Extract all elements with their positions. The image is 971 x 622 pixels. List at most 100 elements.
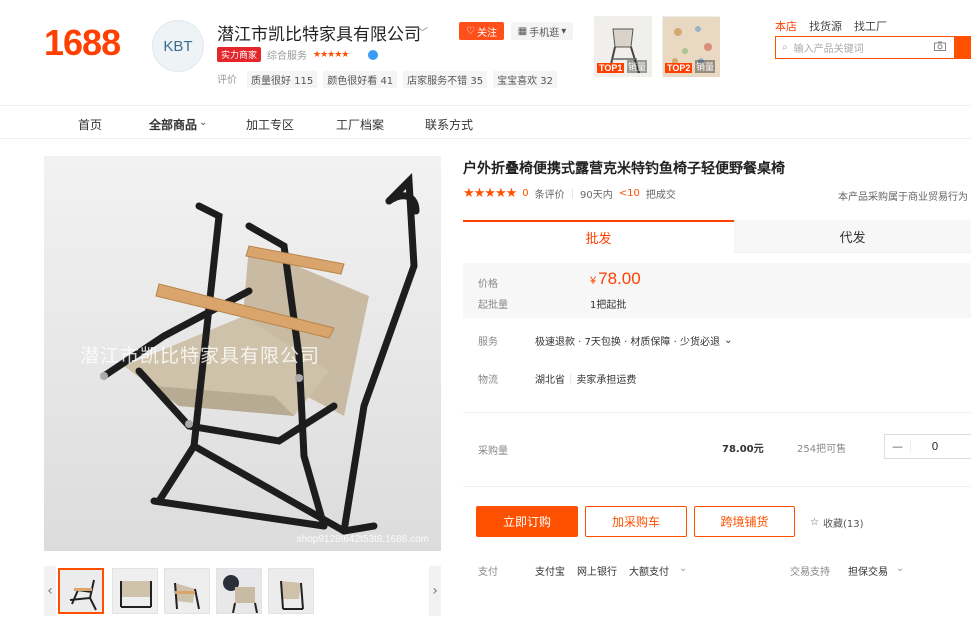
pay-large[interactable]: 大额支付 [629, 563, 669, 578]
chevron-down-icon[interactable]: ⌄ [679, 563, 687, 574]
stock-count: 254把可售 [797, 444, 847, 455]
review-count[interactable]: 0 [522, 188, 528, 199]
rating-stars: ★★★★★ [463, 186, 517, 201]
evaluation-tag[interactable]: 颜色很好看 41 [323, 71, 398, 88]
thumbnail[interactable] [58, 568, 104, 614]
power-merchant-badge: 实力商家 [217, 47, 262, 62]
sold-label: 把成交 [645, 190, 676, 201]
main-product-image[interactable]: 潜江市凯比特家具有限公司 shop9128t642t53t8.1688.com [44, 156, 441, 551]
shop-badges: 实力商家 综合服务 ★★★★★ [217, 47, 379, 62]
search-input[interactable]: ⌕ 输入产品关键词 [775, 36, 955, 59]
shop-nav: 首页 全部商品 ⌄ 加工专区 工厂档案 联系方式 [0, 105, 971, 139]
service-text: 极速退款 · 7天包换 · 材质保障 · 少货必退 [535, 337, 720, 348]
tab-dropship[interactable]: 代发 [734, 220, 971, 253]
search-button[interactable] [955, 36, 971, 59]
thumbnail-prev-button[interactable]: ‹ [44, 566, 56, 616]
service-value[interactable]: 极速退款 · 7天包换 · 材质保障 · 少货必退 ⌄ [535, 333, 732, 348]
purchase-mode-tabs: 批发 代发 [463, 220, 971, 253]
search-placeholder: 输入产品关键词 [793, 44, 864, 55]
evaluation-tag[interactable]: 质量很好 115 [247, 71, 318, 88]
search-tab-factory[interactable]: 找工厂 [854, 18, 887, 34]
quantity-stepper: — 0 [884, 434, 971, 459]
trade-support-label: 交易支持 [790, 567, 830, 578]
price: ¥78.00 [590, 269, 641, 289]
favorite-button[interactable]: ☆ 收藏(13) [810, 515, 864, 530]
pay-online-bank[interactable]: 网上银行 [577, 563, 617, 578]
tab-wholesale[interactable]: 批发 [463, 220, 734, 253]
site-logo[interactable]: 1688 [44, 22, 121, 64]
nav-home[interactable]: 首页 [78, 116, 102, 133]
sold-count: <10 [618, 188, 640, 199]
thumbnail-next-button[interactable]: › [429, 566, 441, 616]
rating-row: ★★★★★ 0 条评价 | 90天内 <10 把成交 [463, 186, 676, 201]
mobile-browse-button[interactable]: ▦ 手机逛 ▾ [511, 22, 573, 40]
heart-icon: ♡ [466, 25, 475, 37]
evaluation-tag[interactable]: 宝宝喜欢 32 [493, 71, 557, 88]
logistics-fee: 卖家承担运费 [576, 375, 637, 386]
search-tab-source[interactable]: 找货源 [809, 18, 842, 34]
service-stars: ★★★★★ [313, 49, 349, 60]
evaluation-tag[interactable]: 店家服务不错 35 [403, 71, 488, 88]
verified-icon [368, 49, 379, 60]
review-label: 条评价 [534, 190, 565, 201]
price-label: 价格 [478, 279, 498, 290]
nav-all-products[interactable]: 全部商品 [149, 116, 197, 133]
evaluation-tags: 评价 质量很好 115 颜色很好看 41 店家服务不错 35 宝宝喜欢 32 [217, 71, 557, 88]
divider [463, 486, 971, 487]
product-title: 户外折叠椅便携式露营克米特钓鱼椅子轻便野餐桌椅 [463, 161, 785, 177]
top-product-1[interactable]: TOP1 销量 [594, 16, 652, 77]
chevron-down-icon: ⌄ [199, 117, 208, 128]
price-box: 价格 ¥78.00 起批量 1把起批 [463, 263, 971, 318]
quantity-input[interactable]: 0 [911, 440, 971, 453]
top-rank-label: 销量 [627, 60, 648, 73]
shop-header: 1688 KBT 潜江市凯比特家具有限公司 ﹀ ♡ 关注 ▦ 手机逛 ▾ 实力商… [0, 0, 971, 105]
divider [463, 412, 971, 413]
days-label: 90天内 [580, 190, 613, 201]
nav-processing[interactable]: 加工专区 [246, 116, 294, 133]
thumbnail-strip: ‹ › [44, 566, 441, 616]
top-product-2[interactable]: TOP2 销量 [662, 16, 720, 77]
logistics-value: 湖北省 | 卖家承担运费 [535, 373, 637, 386]
thumbnail[interactable] [268, 568, 314, 614]
decrement-button[interactable]: — [885, 440, 911, 453]
camera-icon[interactable] [934, 41, 946, 54]
chevron-down-icon[interactable]: ﹀ [417, 24, 428, 40]
overall-service-label: 综合服务 [267, 51, 308, 62]
thumbnail[interactable] [216, 568, 262, 614]
follow-button[interactable]: ♡ 关注 [459, 22, 504, 40]
pay-label: 支付 [478, 567, 498, 578]
cross-border-button[interactable]: 跨境铺货 [694, 506, 795, 537]
nav-contact[interactable]: 联系方式 [425, 116, 473, 133]
moq-label: 起批量 [478, 300, 508, 311]
favorite-label: 收藏(13) [822, 519, 864, 530]
follow-label: 关注 [476, 27, 497, 39]
thumbnail[interactable] [164, 568, 210, 614]
search-tab-shop[interactable]: 本店 [775, 18, 797, 34]
top-rank-label: 销量 [695, 60, 716, 73]
search-icon: ⌕ [782, 42, 788, 53]
thumbnail[interactable] [112, 568, 158, 614]
qr-code-icon: ▦ [517, 25, 528, 37]
trade-support-value[interactable]: 担保交易 [848, 563, 888, 578]
service-label: 服务 [478, 337, 498, 348]
moq-value: 1把起批 [590, 300, 627, 311]
qty-label: 采购量 [478, 446, 508, 457]
top-rank-tag: TOP1 [597, 63, 625, 73]
top-rank-tag: TOP2 [665, 63, 693, 73]
pay-alipay[interactable]: 支付宝 [535, 563, 565, 578]
star-icon: ☆ [810, 517, 819, 528]
chevron-down-icon[interactable]: ⌄ [896, 563, 904, 574]
buy-now-button[interactable]: 立即订购 [476, 506, 578, 537]
add-cart-button[interactable]: 加采购车 [585, 506, 687, 537]
business-note: 本产品采购属于商业贸易行为 [838, 192, 968, 203]
image-watermark: 潜江市凯比特家具有限公司 [80, 345, 321, 367]
qty-total: 78.00元 [722, 444, 764, 455]
currency: ¥ [590, 275, 597, 287]
chevron-down-icon: ▾ [561, 25, 567, 37]
nav-factory-profile[interactable]: 工厂档案 [336, 116, 384, 133]
search-scope-tabs: 本店 找货源 找工厂 [775, 18, 887, 34]
image-url-watermark: shop9128t642t53t8.1688.com [296, 534, 429, 545]
shop-avatar[interactable]: KBT [152, 20, 204, 72]
chevron-down-icon: ⌄ [723, 335, 733, 346]
shop-name[interactable]: 潜江市凯比特家具有限公司 [217, 20, 421, 45]
